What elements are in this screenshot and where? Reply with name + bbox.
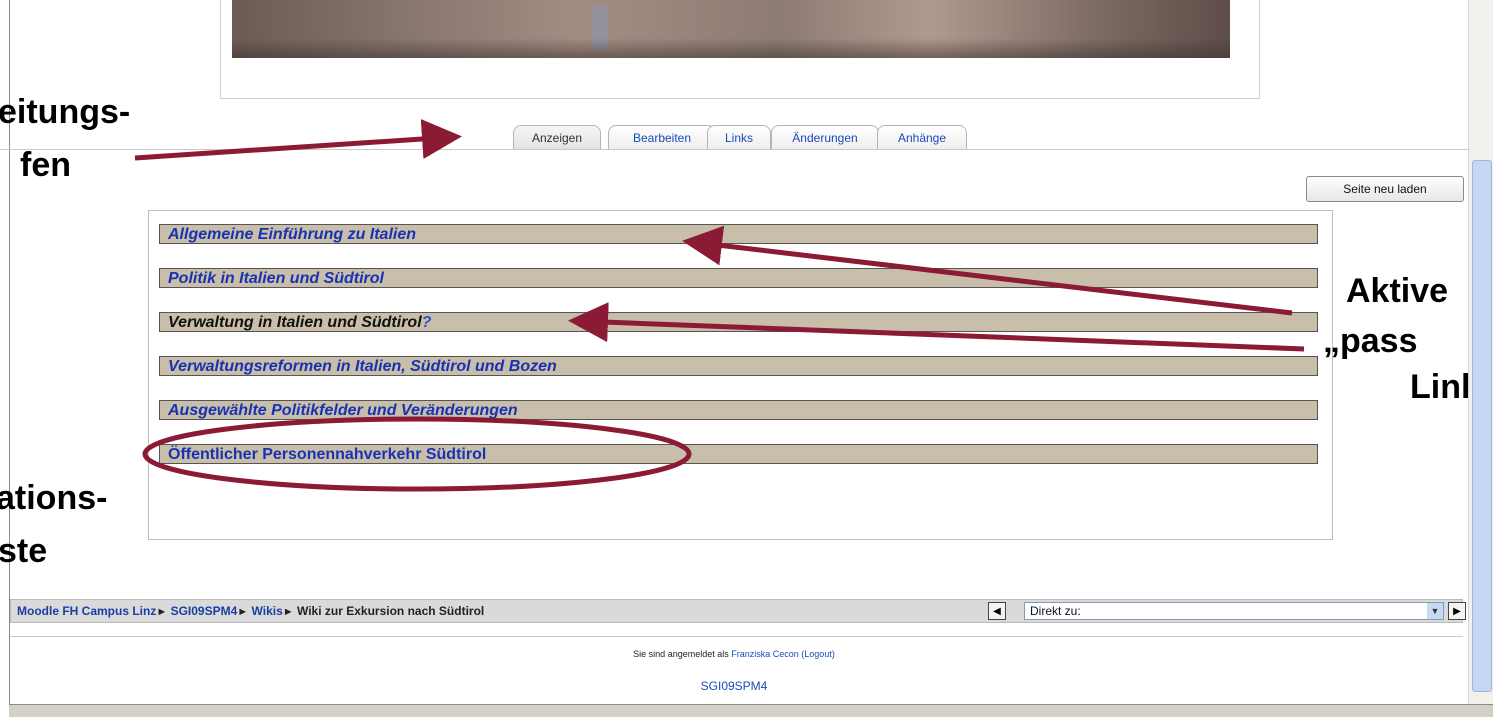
highlight-ellipse — [142, 416, 692, 492]
arrow-to-active-link — [682, 225, 1293, 316]
annotation-overlay — [134, 119, 1305, 492]
arrow-to-passive-link — [568, 302, 1305, 352]
arrow-to-tabs — [134, 119, 462, 161]
